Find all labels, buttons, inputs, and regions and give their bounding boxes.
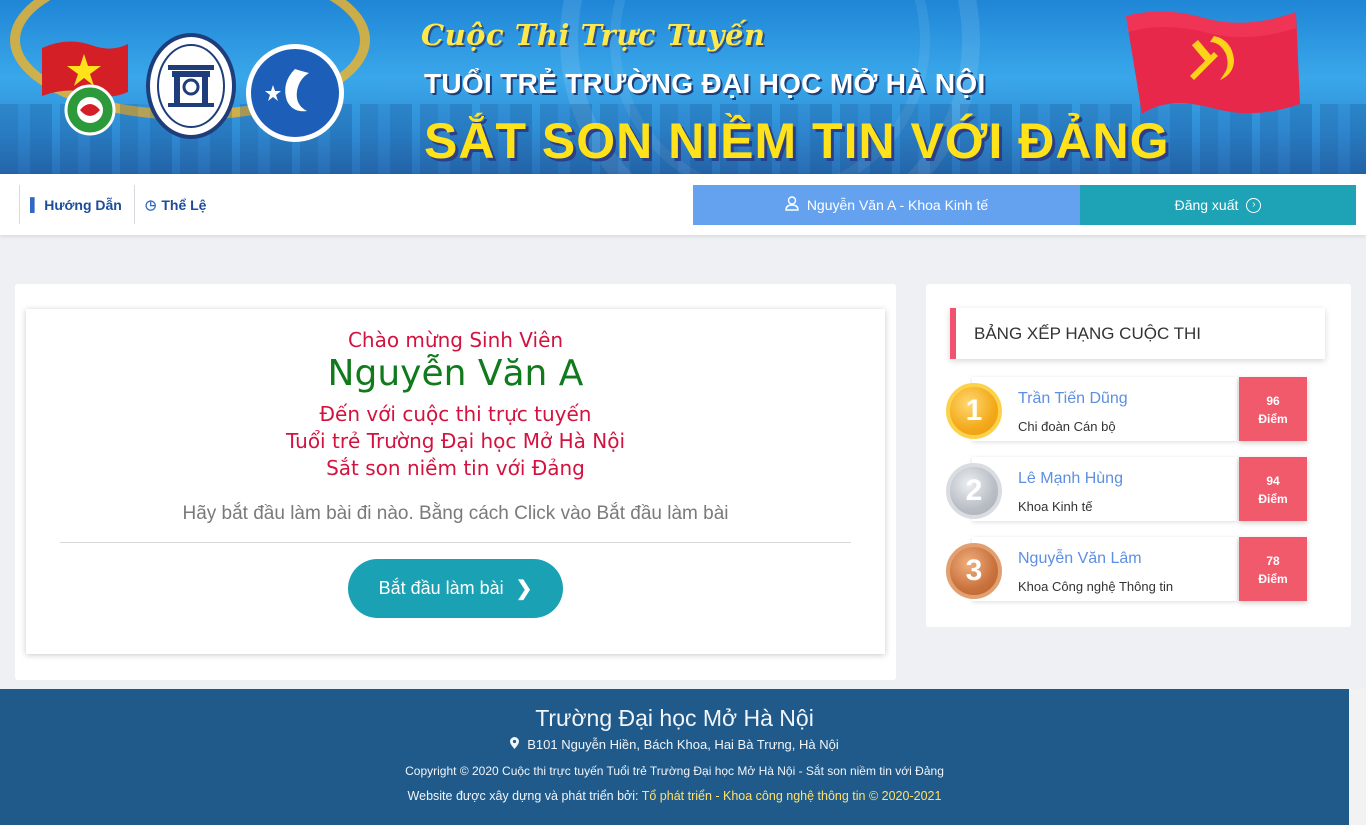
footer-address: B101 Nguyễn Hiền, Bách Khoa, Hai Bà Trưn… [0, 737, 1349, 752]
logout-button[interactable]: Đăng xuất › [1080, 185, 1356, 225]
nav-rules-label: Thể Lệ [161, 196, 207, 213]
user-label: Nguyễn Văn A - Khoa Kinh tế [806, 197, 989, 213]
score-label: Điểm [1258, 572, 1288, 586]
footer-website: Website được xây dựng và phát triển bởi:… [0, 789, 1349, 803]
student-name: Nguyễn Văn A [327, 353, 584, 394]
arrow-circle-right-icon: › [1246, 197, 1262, 213]
footer-copyright: Copyright © 2020 Cuộc thi trực tuyến Tuổ… [405, 764, 944, 778]
ranking-name: Lê Mạnh Hùng [1018, 470, 1123, 487]
ranking-title: BẢNG XẾP HẠNG CUỘC THI [950, 308, 1325, 359]
header-banner: Cuộc Thi Trực Tuyến TUỔI TRẺ TRƯỜNG ĐẠI … [0, 0, 1366, 174]
student-association-logo [246, 44, 344, 142]
ranking-unit: Khoa Kinh tế [1018, 499, 1093, 514]
score-label: Điểm [1258, 492, 1288, 506]
divider [60, 542, 851, 543]
ranking-score: 94 Điểm [1239, 457, 1307, 521]
banner-line2: TUỔI TRẺ TRƯỜNG ĐẠI HỌC MỞ HÀ NỘI [424, 68, 986, 99]
footer-developer-link[interactable]: Tổ phát triển - Khoa công nghệ thông tin… [642, 789, 942, 803]
ranking-card [972, 457, 1237, 521]
nav-rules-link[interactable]: ◷ Thể Lệ [134, 185, 224, 224]
welcome-card: Chào mừng Sinh Viên Nguyễn Văn A Đến với… [26, 309, 885, 654]
clock-icon: ◷ [145, 196, 157, 212]
user-icon [785, 196, 799, 214]
start-hint: Hãy bắt đầu làm bài đi nào. Bằng cách Cl… [182, 503, 729, 524]
book-icon: ▌ [30, 197, 40, 212]
welcome-line-slogan: Sắt son niềm tin với Đảng [326, 456, 585, 480]
start-quiz-button[interactable]: Bắt đầu làm bài ❯ [348, 559, 563, 618]
logout-label: Đăng xuất [1174, 197, 1239, 213]
ranking-name: Nguyễn Văn Lâm [1018, 550, 1142, 567]
banner-subtitle: Cuộc Thi Trực Tuyến [421, 18, 766, 52]
ranking-unit: Khoa Công nghệ Thông tin [1018, 579, 1174, 594]
ranking-entry: 1 Trần Tiến Dũng Chi đoàn Cán bộ 96 Điểm [944, 377, 1310, 445]
map-pin-icon [510, 737, 520, 752]
nav-guide-label: Hướng Dẫn [44, 196, 122, 213]
footer-website-prefix: Website được xây dựng và phát triển bởi: [407, 789, 639, 803]
welcome-line-contest: Đến với cuộc thi trực tuyến [319, 402, 592, 426]
youth-union-logo [38, 34, 132, 138]
page-scrollbar[interactable] [1349, 689, 1366, 825]
ranking-entry: 3 Nguyễn Văn Lâm Khoa Công nghệ Thông ti… [944, 537, 1310, 605]
user-profile-button[interactable]: Nguyễn Văn A - Khoa Kinh tế [693, 185, 1080, 225]
score-label: Điểm [1258, 412, 1288, 426]
ranking-unit: Chi đoàn Cán bộ [1018, 419, 1116, 434]
party-flag [1124, 8, 1304, 120]
welcome-line-school: Tuổi trẻ Trường Đại học Mở Hà Nội [285, 429, 626, 453]
welcome-greeting: Chào mừng Sinh Viên [347, 328, 564, 352]
score-value: 78 [1266, 554, 1280, 568]
ranking-score: 78 Điểm [1239, 537, 1307, 601]
bronze-medal-icon: 3 [946, 543, 1002, 599]
footer-address-text: B101 Nguyễn Hiền, Bách Khoa, Hai Bà Trưn… [527, 737, 839, 752]
chevron-right-icon: ❯ [515, 578, 533, 600]
banner-title: SẮT SON NIỀM TIN VỚI ĐẢNG [424, 113, 1170, 169]
nav-guide-link[interactable]: ▌ Hướng Dẫn [19, 185, 134, 224]
ranking-entry: 2 Lê Mạnh Hùng Khoa Kinh tế 94 Điểm [944, 457, 1310, 525]
ranking-score: 96 Điểm [1239, 377, 1307, 441]
footer-title: Trường Đại học Mở Hà Nội [535, 705, 814, 731]
start-quiz-label: Bắt đầu làm bài [378, 578, 504, 598]
ranking-name: Trần Tiến Dũng [1018, 390, 1128, 407]
gold-medal-icon: 1 [946, 383, 1002, 439]
hou-logo [146, 33, 236, 139]
silver-medal-icon: 2 [946, 463, 1002, 519]
footer: Trường Đại học Mở Hà Nội B101 Nguyễn Hiề… [0, 689, 1349, 825]
score-value: 94 [1266, 474, 1280, 488]
score-value: 96 [1266, 394, 1280, 408]
